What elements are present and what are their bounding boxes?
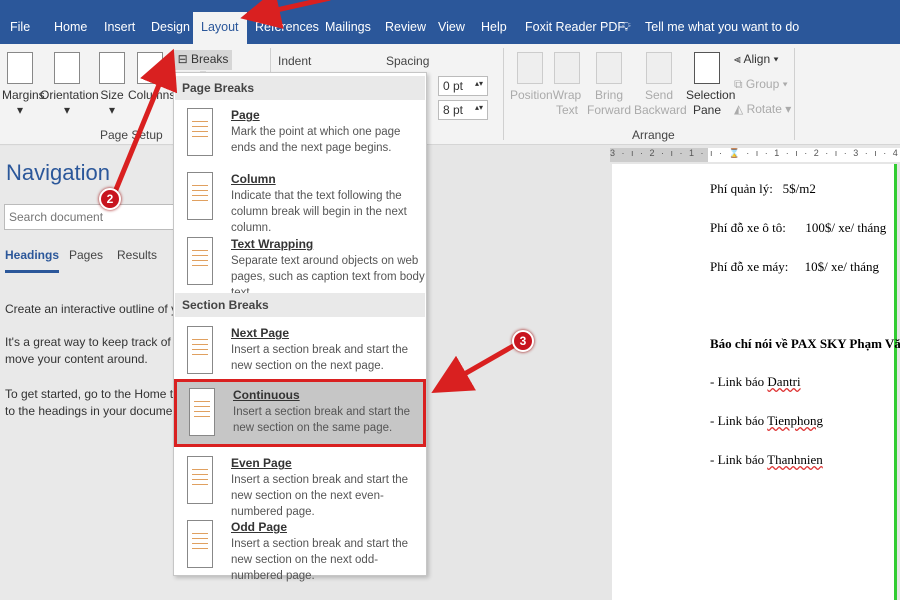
step-2-badge: 2 (99, 188, 121, 210)
step-3-badge: 3 (512, 330, 534, 352)
annotation-arrows (112, 0, 517, 393)
arrow-to-breaks (112, 48, 178, 193)
arrow-to-continuous (431, 342, 517, 393)
arrow-to-layout-tab (240, 0, 331, 29)
